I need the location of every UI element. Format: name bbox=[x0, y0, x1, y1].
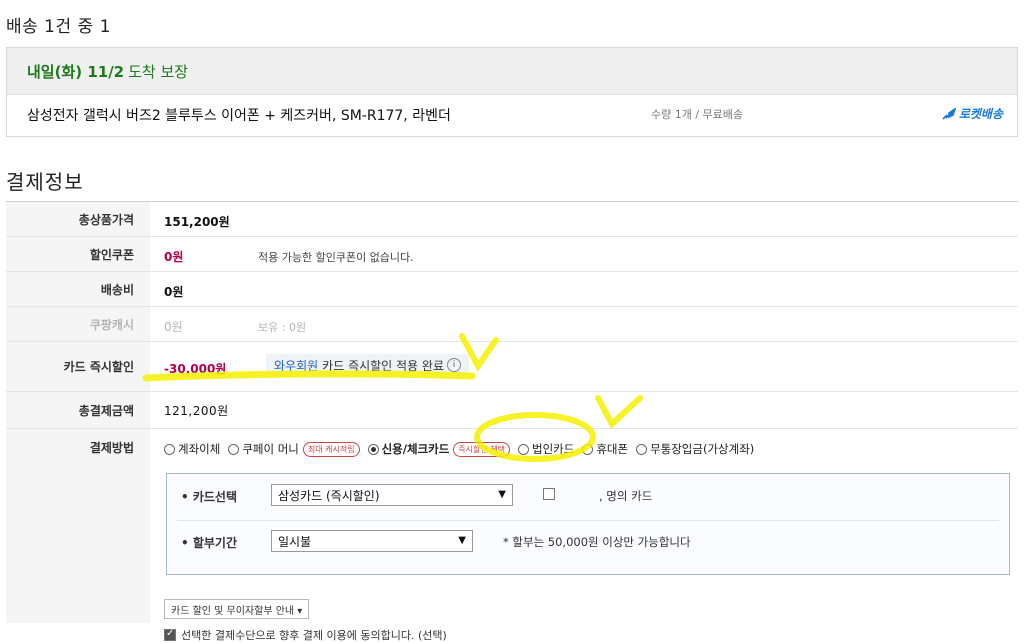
radio-icon[interactable] bbox=[582, 443, 594, 455]
radio-icon[interactable] bbox=[517, 443, 529, 455]
row-label: 배송비 bbox=[6, 272, 150, 306]
installment-note: * 할부는 50,000원 이상만 가능합니다 bbox=[503, 535, 691, 549]
rocket-delivery-badge: 로켓배송 bbox=[941, 105, 1003, 122]
chevron-down-icon: ▼ bbox=[498, 489, 506, 500]
card-select-label: • 카드선택 bbox=[181, 490, 238, 504]
method-credit-card[interactable]: 신용/체크카드 즉시할인 혜택 bbox=[367, 441, 510, 457]
row-label: 총상품가격 bbox=[6, 202, 150, 236]
payment-table: 총상품가격 151,200원 할인쿠폰 0원 적용 가능한 할인쿠폰이 없습니다… bbox=[6, 201, 1018, 642]
instant-discount-tag: 즉시할인 혜택 bbox=[453, 441, 510, 457]
row-label: 쿠팡캐시 bbox=[6, 307, 150, 341]
chevron-down-icon: ▼ bbox=[458, 535, 466, 546]
total-payment-value: 121,200원 bbox=[164, 404, 229, 418]
method-bank-transfer[interactable]: 계좌이체 bbox=[164, 441, 220, 457]
row-label: 총결제금액 bbox=[6, 392, 150, 428]
arrival-guarantee: 도착 보장 bbox=[128, 62, 189, 81]
card-discount-guide-button[interactable]: 카드 할인 및 무이자할부 안내 ▾ bbox=[164, 599, 310, 619]
method-corporate-card[interactable]: 법인카드 bbox=[517, 441, 574, 457]
other-name-card-checkbox[interactable] bbox=[543, 488, 555, 500]
total-product-value: 151,200원 bbox=[164, 215, 230, 229]
radio-icon[interactable] bbox=[367, 443, 379, 455]
delivery-header: 내일(화) 11/2 도착 보장 bbox=[7, 48, 1017, 95]
row-coupon: 할인쿠폰 0원 적용 가능한 할인쿠폰이 없습니다. bbox=[6, 237, 1018, 272]
quantity-shipping: 수량 1개 / 무료배송 bbox=[651, 108, 744, 121]
shipping-fee-value: 0원 bbox=[164, 285, 184, 299]
row-shipping-fee: 배송비 0원 bbox=[6, 272, 1018, 307]
row-payment-method: 결제방법 계좌이체 쿠페이 머니 최대 캐시적립 신용/체크카드 즉시할인 혜택 법… bbox=[6, 429, 1018, 642]
radio-icon[interactable] bbox=[228, 443, 240, 455]
divider bbox=[177, 520, 999, 521]
rocket-label: 로켓배송 bbox=[958, 107, 1003, 121]
coupang-cash-value: 0원 bbox=[164, 320, 183, 334]
product-row: 삼성전자 갤럭시 버즈2 블루투스 이어폰 + 케즈커버, SM-R177, 라… bbox=[7, 95, 1017, 137]
coupon-note: 적용 가능한 할인쿠폰이 없습니다. bbox=[258, 251, 414, 264]
future-payment-consent[interactable]: 선택한 결제수단으로 향후 결제 이용에 동의합니다. (선택) bbox=[164, 627, 447, 643]
rocket-icon bbox=[942, 107, 957, 120]
method-virtual-account[interactable]: 무통장입금(가상계좌) bbox=[636, 441, 754, 457]
radio-icon[interactable] bbox=[164, 443, 175, 455]
payment-title: 결제정보 bbox=[6, 170, 84, 194]
row-label: 결제방법 bbox=[6, 429, 150, 623]
row-card-discount: 카드 즉시할인 -30,000원 와우회원 카드 즉시할인 적용 완료 i bbox=[6, 342, 1018, 392]
row-label: 할인쿠폰 bbox=[6, 237, 150, 271]
shipment-title: 배송 1건 중 1 bbox=[6, 17, 111, 37]
radio-icon[interactable] bbox=[636, 443, 648, 455]
card-options-box: • 카드선택 삼성카드 (즉시할인) ▼ , 명의 카드 • 할부기간 일시불 … bbox=[166, 473, 1010, 575]
coupon-value: 0원 bbox=[164, 250, 184, 264]
row-label: 카드 즉시할인 bbox=[6, 342, 150, 391]
row-total-payment: 총결제금액 121,200원 bbox=[6, 392, 1018, 429]
payment-method-options: 계좌이체 쿠페이 머니 최대 캐시적립 신용/체크카드 즉시할인 혜택 법인카드 휴… bbox=[164, 441, 762, 457]
card-discount-note: 카드 즉시할인 적용 완료 bbox=[322, 358, 445, 373]
delivery-box: 내일(화) 11/2 도착 보장 삼성전자 갤럭시 버즈2 블루투스 이어폰 +… bbox=[6, 47, 1018, 137]
other-name-card-label: , 명의 카드 bbox=[599, 489, 653, 503]
wow-member-label: 와우회원 bbox=[274, 358, 319, 373]
cash-reward-tag: 최대 캐시적립 bbox=[302, 441, 360, 457]
installment-label: • 할부기간 bbox=[181, 536, 238, 550]
installment-dropdown[interactable]: 일시불 ▼ bbox=[271, 530, 473, 552]
card-discount-value: -30,000원 bbox=[164, 362, 227, 376]
coupang-cash-note: 보유 : 0원 bbox=[258, 321, 307, 334]
method-coupay-money[interactable]: 쿠페이 머니 최대 캐시적립 bbox=[228, 441, 360, 457]
consent-checkbox[interactable] bbox=[164, 628, 176, 641]
arrival-date: 내일(화) 11/2 bbox=[27, 62, 125, 81]
row-total-product: 총상품가격 151,200원 bbox=[6, 202, 1018, 237]
card-select-dropdown[interactable]: 삼성카드 (즉시할인) ▼ bbox=[271, 484, 513, 506]
product-name: 삼성전자 갤럭시 버즈2 블루투스 이어폰 + 케즈커버, SM-R177, 라… bbox=[27, 108, 451, 124]
method-mobile-phone[interactable]: 휴대폰 bbox=[582, 441, 628, 457]
row-coupang-cash: 쿠팡캐시 0원 보유 : 0원 bbox=[6, 307, 1018, 342]
wow-discount-notice: 와우회원 카드 즉시할인 적용 완료 i bbox=[266, 354, 470, 376]
info-icon[interactable]: i bbox=[447, 358, 462, 372]
